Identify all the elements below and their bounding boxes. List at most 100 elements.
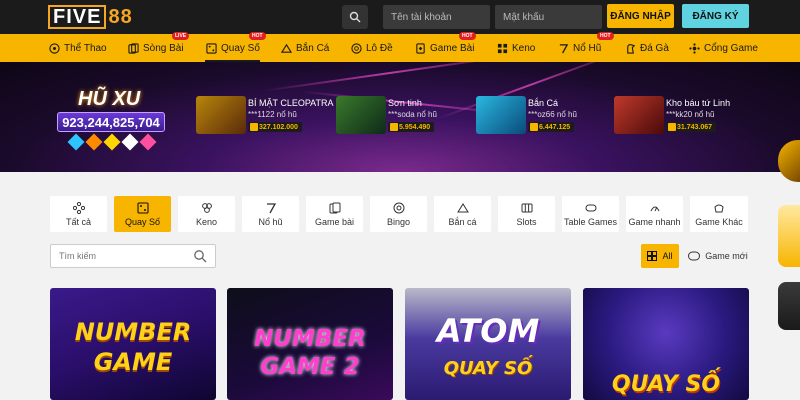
category-card-games[interactable]: Game bài <box>306 196 363 232</box>
category-fast-games[interactable]: Game nhanh <box>626 196 683 232</box>
search-button[interactable] <box>342 5 368 29</box>
nav-item-game-portal[interactable]: Cổng Game <box>688 34 758 62</box>
jackpot-win-amount: 5.954.490 <box>388 122 435 132</box>
jackpot-winner: ***oz66 nổ hũ <box>528 110 577 119</box>
category-label: Bắn cá <box>448 216 477 227</box>
site-logo[interactable]: FIVE 88 <box>48 4 133 30</box>
jackpot-winner: ***kk20 nổ hũ <box>666 110 715 119</box>
main-nav: Thể Thao Sòng Bài LIVE Quay Số HOT Bắn C… <box>0 32 800 62</box>
login-button[interactable]: ĐĂNG NHẬP <box>607 4 674 28</box>
nav-label: Keno <box>512 42 536 54</box>
jackpot-amount: 923,244,825,704 <box>57 112 165 132</box>
jackpot-item[interactable]: Sơn tinh ***soda nổ hũ 5.954.490 <box>336 96 466 136</box>
category-slots[interactable]: Slots <box>498 196 555 232</box>
game-card-atom[interactable]: ATOM QUAY SỐ <box>405 288 571 400</box>
game-card-number-game-2[interactable]: NUMBER GAME 2 <box>227 288 393 400</box>
gamepad-icon <box>688 42 700 54</box>
nav-label: Đá Gà <box>640 42 669 54</box>
category-bingo[interactable]: Bingo <box>370 196 427 232</box>
jackpot-item[interactable]: Bắn Cá ***oz66 nổ hũ 6.447.125 <box>476 96 606 136</box>
nav-label: Thể Thao <box>64 42 107 54</box>
filter-all-label: All <box>662 251 673 261</box>
filter-all-button[interactable]: All <box>641 244 679 268</box>
jackpot-win-amount: 327.102.000 <box>248 122 302 132</box>
game-title-line2: QUAY SỐ <box>443 358 533 379</box>
keno-icon <box>201 202 212 213</box>
new-badge-icon <box>688 251 701 261</box>
game-title-line1: NUMBER <box>254 326 366 352</box>
category-table-games[interactable]: Table Games <box>562 196 619 232</box>
category-label: Tất cả <box>65 216 91 227</box>
jackpot-game-name: BÍ MẬT CLEOPATRA <box>248 98 334 108</box>
nav-item-fishing[interactable]: Bắn Cá <box>280 34 329 62</box>
password-input[interactable] <box>495 5 602 29</box>
playing-card-icon <box>414 42 426 54</box>
category-all[interactable]: Tất cả <box>50 196 107 232</box>
fast-game-icon <box>650 206 659 211</box>
keno-icon <box>496 42 508 54</box>
nav-label: Nổ Hũ <box>573 42 602 54</box>
nav-item-keno[interactable]: Keno <box>496 34 535 62</box>
jackpot-game-name: Sơn tinh <box>388 98 422 108</box>
category-other-games[interactable]: Game Khác <box>690 196 748 232</box>
category-label: Game Khác <box>695 216 743 227</box>
jackpot-item[interactable]: BÍ MẬT CLEOPATRA ***1122 nổ hũ 327.102.0… <box>196 96 334 136</box>
nav-label: Game Bài <box>430 42 475 54</box>
nav-item-lode[interactable]: Lô Đề <box>350 34 393 62</box>
nav-item-casino[interactable]: Sòng Bài LIVE <box>127 32 190 62</box>
table-icon <box>585 204 596 211</box>
register-button[interactable]: ĐĂNG KÝ <box>682 4 749 28</box>
jackpot-thumbnail <box>476 96 526 134</box>
side-promo-jackpot[interactable] <box>778 205 800 267</box>
jackpot-win-amount: 31.743.067 <box>666 122 717 132</box>
game-title-line2: GAME 2 <box>260 354 360 380</box>
fish-icon <box>456 202 469 212</box>
jackpot-game-name: Kho báu tứ Linh <box>666 98 731 108</box>
category-label: Quay Số <box>124 216 161 227</box>
nav-label: Cổng Game <box>704 42 758 54</box>
category-lottery[interactable]: Quay Số <box>114 196 171 232</box>
jackpot-item[interactable]: Kho báu tứ Linh ***kk20 nổ hũ 31.743.067 <box>614 96 754 136</box>
game-card-quay-so[interactable]: QUAY SỐ <box>583 288 749 400</box>
live-badge: LIVE <box>172 32 190 40</box>
category-label: Slots <box>516 216 537 227</box>
nav-label: Sòng Bài <box>143 42 184 54</box>
category-label: Table Games <box>563 216 618 227</box>
category-fishing[interactable]: Bắn cá <box>434 196 491 232</box>
filter-new-games-button[interactable]: Game mới <box>686 244 750 268</box>
top-bar: FIVE 88 ĐĂNG NHẬP ĐĂNG KÝ <box>0 0 800 34</box>
jackpot-thumbnail <box>336 96 386 134</box>
rooster-icon <box>624 42 636 54</box>
nav-label: Bắn Cá <box>296 42 330 54</box>
hot-badge: HOT <box>249 32 266 40</box>
category-slots-jackpot[interactable]: Nổ hũ <box>242 196 299 232</box>
fish-icon <box>280 42 292 54</box>
side-promo-card[interactable] <box>778 282 800 330</box>
search-icon <box>349 11 361 23</box>
nav-item-sports[interactable]: Thể Thao <box>48 34 107 62</box>
username-input[interactable] <box>383 5 490 29</box>
number-balls-icon <box>350 42 362 54</box>
jackpot-winner: ***soda nổ hũ <box>388 110 437 119</box>
game-card-number-game[interactable]: NUMBER GAME <box>50 288 216 400</box>
jackpot-thumbnail <box>614 96 664 134</box>
game-title-line1: ATOM <box>436 312 540 350</box>
lottery-icon <box>136 201 149 214</box>
playing-card-icon <box>329 202 340 213</box>
nav-item-lottery[interactable]: Quay Số HOT <box>205 32 266 62</box>
nav-item-cockfight[interactable]: Đá Gà <box>624 34 669 62</box>
bingo-icon <box>393 202 404 213</box>
category-keno[interactable]: Keno <box>178 196 235 232</box>
game-title-line2: QUAY SỐ <box>611 372 721 397</box>
search-icon[interactable] <box>193 249 207 263</box>
category-label: Game nhanh <box>628 216 681 227</box>
nav-item-card-games[interactable]: Game Bài HOT <box>414 32 476 62</box>
hot-badge: HOT <box>597 32 614 40</box>
filter-new-label: Game mới <box>705 251 748 261</box>
nav-item-slots[interactable]: Nổ Hũ HOT <box>557 32 614 62</box>
game-title-line1: NUMBER <box>74 318 192 346</box>
grid-dots-icon <box>72 201 85 214</box>
nav-label: Lô Đề <box>366 42 393 54</box>
hot-badge: HOT <box>459 32 476 40</box>
game-search-input[interactable] <box>50 244 216 268</box>
